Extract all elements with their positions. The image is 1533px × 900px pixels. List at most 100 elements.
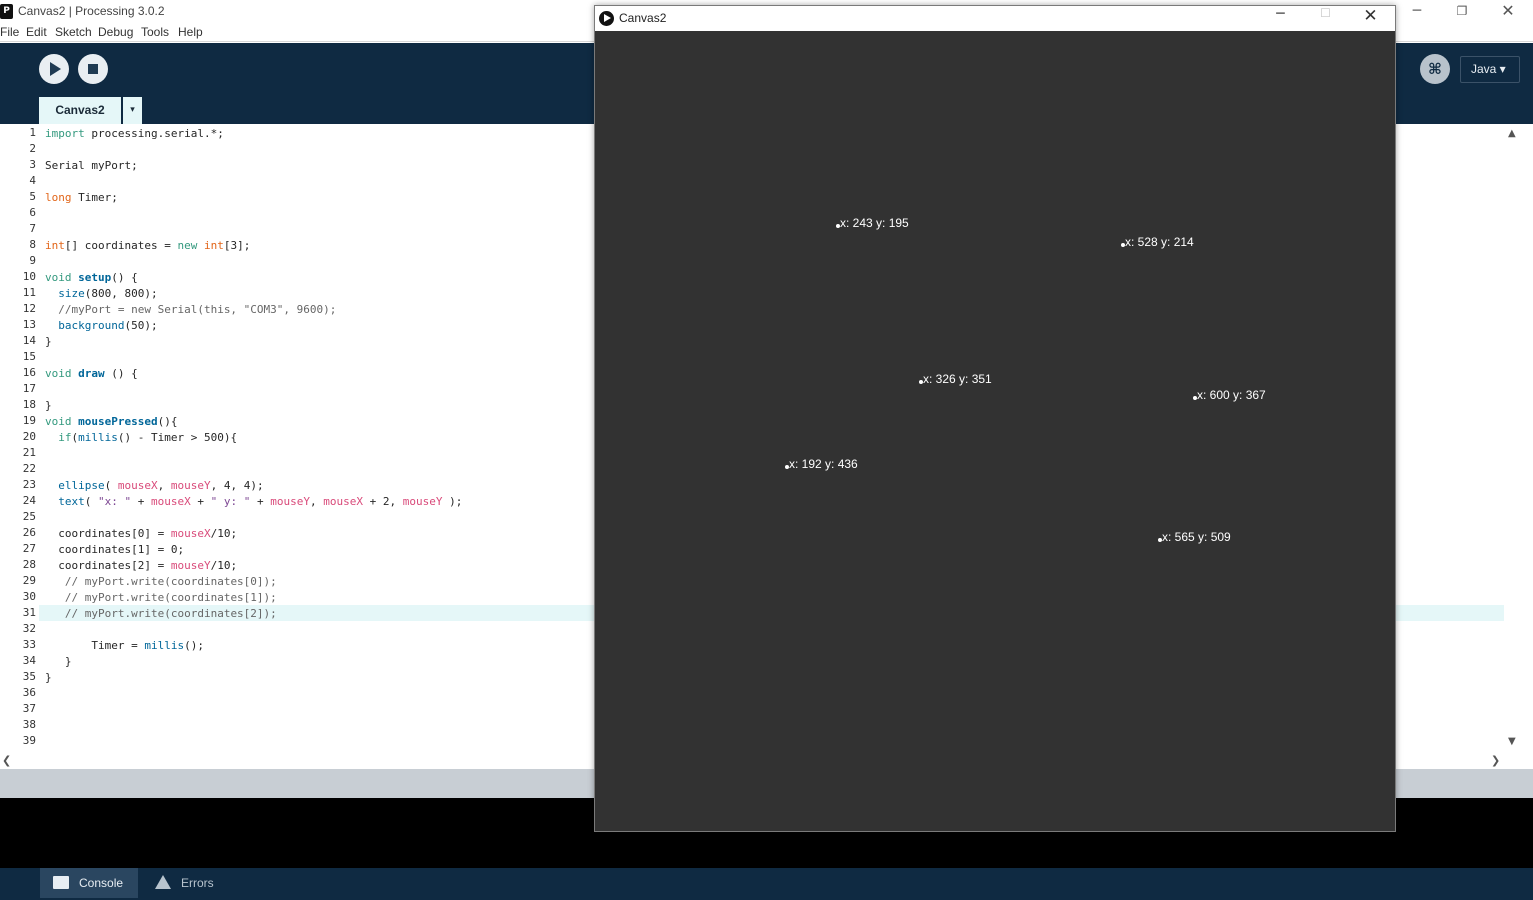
menu-debug[interactable]: Debug bbox=[98, 25, 133, 39]
code-line[interactable]: ellipse( mouseX, mouseY, 4, 4); bbox=[45, 478, 263, 494]
line-number: 12 bbox=[22, 302, 36, 315]
line-number: 6 bbox=[29, 206, 36, 219]
line-number: 37 bbox=[22, 702, 36, 715]
code-line[interactable]: //myPort = new Serial(this, "COM3", 9600… bbox=[45, 302, 336, 318]
line-number: 4 bbox=[29, 174, 36, 187]
run-button[interactable] bbox=[39, 54, 69, 84]
sketch-canvas[interactable]: x: 243 y: 195 x: 528 y: 214 x: 326 y: 351 x… bbox=[595, 31, 1395, 831]
code-line[interactable]: coordinates[0] = mouseX/10; bbox=[45, 526, 237, 542]
scroll-left-icon[interactable]: ❮ bbox=[2, 754, 11, 767]
sketch-window[interactable]: Canvas2 ─ ☐ ✕ x: 243 y: 195 x: 528 y: 214… bbox=[594, 5, 1396, 832]
line-number: 24 bbox=[22, 494, 36, 507]
line-number: 17 bbox=[22, 382, 36, 395]
menu-file[interactable]: File bbox=[0, 25, 19, 39]
line-number: 22 bbox=[22, 462, 36, 475]
code-line[interactable]: size(800, 800); bbox=[45, 286, 157, 302]
code-line[interactable]: Serial myPort; bbox=[45, 158, 138, 174]
code-line[interactable]: background(50); bbox=[45, 318, 157, 334]
console-icon bbox=[53, 867, 69, 889]
coordinate-label: x: 243 y: 195 bbox=[840, 216, 909, 230]
play-icon bbox=[50, 62, 61, 76]
tab-canvas2[interactable]: Canvas2 bbox=[39, 97, 121, 124]
sketch-minimize-button[interactable]: ─ bbox=[1258, 6, 1303, 31]
line-number: 27 bbox=[22, 542, 36, 555]
line-number: 30 bbox=[22, 590, 36, 603]
mode-selector[interactable]: Java ▾ bbox=[1460, 56, 1520, 83]
line-number: 3 bbox=[29, 158, 36, 171]
code-line[interactable]: void draw () { bbox=[45, 366, 138, 382]
line-number: 23 bbox=[22, 478, 36, 491]
code-line[interactable]: coordinates[1] = 0; bbox=[45, 542, 184, 558]
code-line[interactable]: import processing.serial.*; bbox=[45, 126, 224, 142]
coordinate-label: x: 326 y: 351 bbox=[923, 372, 992, 386]
tab-console[interactable]: Console bbox=[40, 867, 138, 898]
line-number: 5 bbox=[29, 190, 36, 203]
line-number: 7 bbox=[29, 222, 36, 235]
code-line[interactable]: if(millis() - Timer > 500){ bbox=[45, 430, 237, 446]
line-number: 10 bbox=[22, 270, 36, 283]
line-number: 35 bbox=[22, 670, 36, 683]
warning-icon bbox=[155, 875, 171, 889]
sketch-play-icon bbox=[599, 11, 614, 26]
vertical-scrollbar[interactable]: ▲ ▼ bbox=[1504, 124, 1521, 754]
ide-close-button[interactable]: ✕ bbox=[1485, 0, 1531, 24]
code-line[interactable]: coordinates[2] = mouseY/10; bbox=[45, 558, 237, 574]
line-number: 18 bbox=[22, 398, 36, 411]
line-number: 32 bbox=[22, 622, 36, 635]
stop-icon bbox=[88, 64, 98, 74]
ide-restore-button[interactable]: ❐ bbox=[1439, 0, 1485, 24]
console-tab-label: Console bbox=[79, 876, 124, 890]
line-number: 39 bbox=[22, 734, 36, 747]
code-line[interactable]: Timer = millis(); bbox=[45, 638, 204, 654]
code-line[interactable]: long Timer; bbox=[45, 190, 118, 206]
stop-button[interactable] bbox=[78, 54, 108, 84]
menu-help[interactable]: Help bbox=[178, 25, 203, 39]
console-tab-bar: Console Errors bbox=[0, 867, 1533, 900]
code-line[interactable]: int[] coordinates = new int[3]; bbox=[45, 238, 250, 254]
line-number: 8 bbox=[29, 238, 36, 251]
scroll-right-icon[interactable]: ❯ bbox=[1491, 754, 1500, 767]
line-number: 34 bbox=[22, 654, 36, 667]
coordinate-label: x: 192 y: 436 bbox=[789, 457, 858, 471]
tab-errors[interactable]: Errors bbox=[142, 868, 228, 898]
menu-tools[interactable]: Tools bbox=[141, 25, 169, 39]
line-number: 33 bbox=[22, 638, 36, 651]
debugger-button[interactable]: ⌘ bbox=[1420, 54, 1450, 84]
sketch-window-title: Canvas2 bbox=[619, 11, 667, 25]
menu-edit[interactable]: Edit bbox=[26, 25, 47, 39]
ide-minimize-button[interactable]: ─ bbox=[1394, 0, 1440, 24]
line-number: 31 bbox=[22, 606, 36, 619]
scroll-up-icon[interactable]: ▲ bbox=[1508, 128, 1516, 139]
code-line[interactable]: void mousePressed(){ bbox=[45, 414, 177, 430]
menu-sketch[interactable]: Sketch bbox=[55, 25, 92, 39]
line-number: 13 bbox=[22, 318, 36, 331]
line-number: 16 bbox=[22, 366, 36, 379]
line-number: 28 bbox=[22, 558, 36, 571]
line-number: 11 bbox=[22, 286, 36, 299]
scroll-down-icon[interactable]: ▼ bbox=[1508, 736, 1516, 747]
debugger-icon: ⌘ bbox=[1428, 60, 1442, 78]
processing-logo-icon: P bbox=[0, 4, 13, 19]
code-line[interactable]: // myPort.write(coordinates[0]); bbox=[45, 574, 277, 590]
line-number: 20 bbox=[22, 430, 36, 443]
tab-menu-button[interactable]: ▾ bbox=[123, 97, 142, 124]
code-line[interactable]: // myPort.write(coordinates[1]); bbox=[45, 590, 277, 606]
code-line[interactable]: // myPort.write(coordinates[2]); bbox=[45, 606, 277, 622]
sketch-close-button[interactable]: ✕ bbox=[1348, 6, 1393, 31]
line-number: 9 bbox=[29, 254, 36, 267]
code-line[interactable]: text( "x: " + mouseX + " y: " + mouseY, … bbox=[45, 494, 462, 510]
errors-tab-label: Errors bbox=[181, 876, 214, 890]
line-number: 21 bbox=[22, 446, 36, 459]
code-line[interactable]: } bbox=[45, 398, 52, 414]
line-number: 29 bbox=[22, 574, 36, 587]
code-line[interactable]: } bbox=[45, 654, 72, 670]
ide-window-title: Canvas2 | Processing 3.0.2 bbox=[18, 4, 165, 18]
code-line[interactable]: } bbox=[45, 334, 52, 350]
coordinate-label: x: 528 y: 214 bbox=[1125, 235, 1194, 249]
code-line[interactable]: } bbox=[45, 670, 52, 686]
line-number: 14 bbox=[22, 334, 36, 347]
sketch-window-title-bar[interactable]: Canvas2 ─ ☐ ✕ bbox=[595, 6, 1395, 31]
code-line[interactable]: void setup() { bbox=[45, 270, 138, 286]
line-number: 38 bbox=[22, 718, 36, 731]
line-number: 25 bbox=[22, 510, 36, 523]
